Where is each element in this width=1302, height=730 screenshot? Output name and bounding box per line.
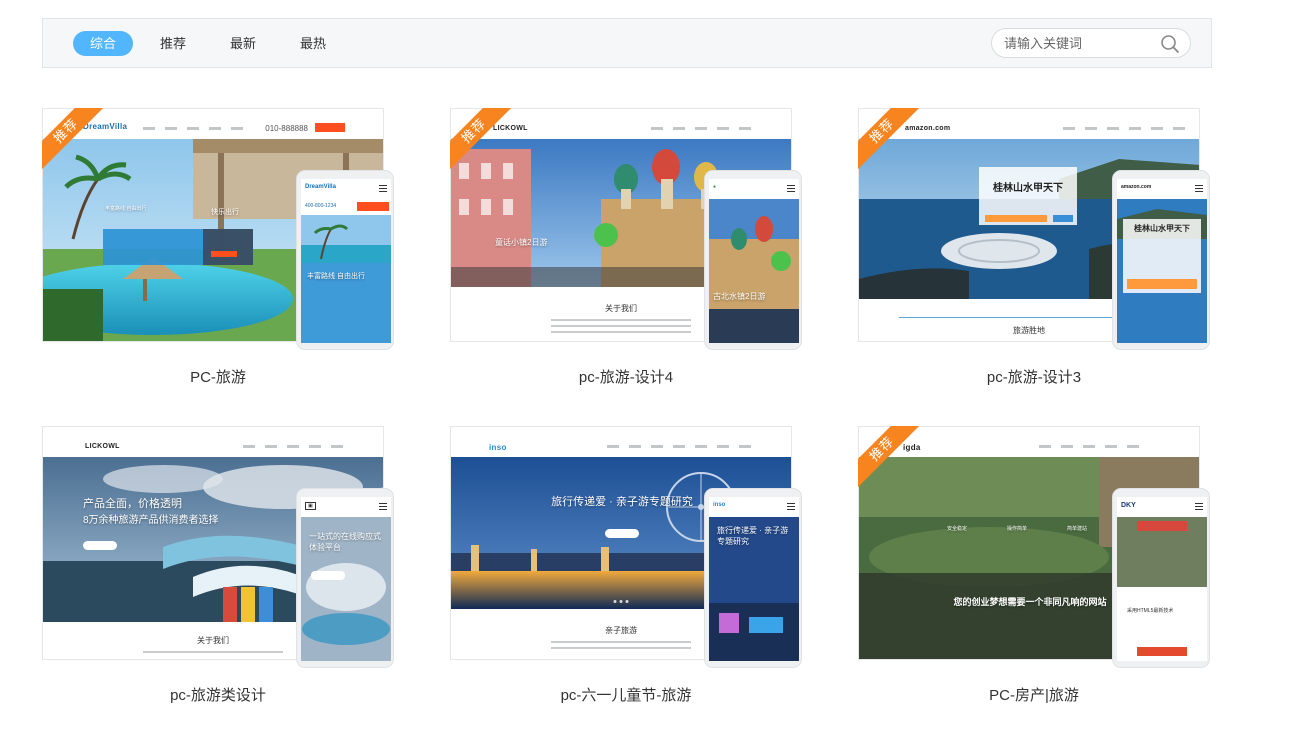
hero-text: 丰富路线 自由出行 [105,206,147,212]
template-card[interactable]: LICKOWL 产品全面，价格透明 8万余种旅游产品供消费者选择 关于我们 ▣ … [42,426,394,726]
mobile-preview: DreamVilla 400-800-1234 丰富路线 自由出行 [296,170,394,350]
recommended-ribbon: 推荐 [858,426,920,488]
feature-1: 安全稳定 [947,526,968,532]
phone-hero-text: 桂林山水甲天下 [1134,224,1190,233]
feature-3: 简单建站 [1067,526,1088,532]
template-card[interactable]: igda 安全稳定 操作简单 简单建站 您的创业梦想需要一个非同凡响的网站 推荐… [858,426,1210,726]
menu-icon [1195,503,1203,510]
tab-comprehensive[interactable]: 综合 [73,31,133,56]
template-card[interactable]: amazon.com 桂林山水甲天下 旅游胜地 推荐 amazon.com 桂林… [858,108,1210,408]
card-title[interactable]: pc-六一儿童节-旅游 [450,684,802,705]
template-card[interactable]: inso 旅行传递爱 · 亲子游专题研究 亲子旅游 inso 旅行传递爱 · 亲… [450,426,802,726]
search-input[interactable] [1004,29,1154,57]
tab-recommended[interactable]: 推荐 [143,31,203,56]
tab-newest[interactable]: 最新 [213,31,273,56]
phone-brand: DreamVilla [305,184,336,190]
hero-text: 桂林山水甲天下 [993,183,1063,194]
phone-brand: DKY [1121,502,1136,509]
card-title[interactable]: pc-旅游-设计4 [450,366,802,387]
phone-hero-text: 丰富路线 自由出行 [307,273,365,280]
menu-icon [1195,185,1203,192]
hero-button: 快乐出行 [211,209,239,216]
card-title[interactable]: pc-旅游类设计 [42,684,394,705]
menu-icon [379,503,387,510]
filter-bar: 综合 推荐 最新 最热 [42,18,1212,68]
contact-number: 010-888888 [265,124,308,133]
filter-tabs: 综合 推荐 最新 最热 [73,31,353,56]
template-card[interactable]: LICKOWL 童话小镇2日游 关于我们 推荐 ● 古北水镇2日游 pc-旅游-… [450,108,802,408]
mobile-preview: DKY 采用HTML5最新技术 [1112,488,1210,668]
phone-brand: inso [713,502,726,508]
template-card[interactable]: DreamVilla 010-888888 丰富路线 自由出行 快乐出行 推荐 … [42,108,394,408]
hero-text: 童话小镇2日游 [495,238,548,247]
phone-brand: ● [713,184,717,190]
mobile-preview: ▣ 一站式的在线购应式体验平台 [296,488,394,668]
phone-hero-text: 旅行传递爱 · 亲子游专题研究 [717,526,789,546]
recommended-ribbon: 推荐 [42,108,104,170]
card-title[interactable]: PC-旅游 [42,366,394,387]
search-icon[interactable] [1160,34,1180,54]
phone-brand: amazon.com [1121,184,1152,190]
recommended-ribbon: 推荐 [858,108,920,170]
mobile-preview: amazon.com 桂林山水甲天下 [1112,170,1210,350]
phone-brand: ▣ [305,502,316,510]
menu-icon [379,185,387,192]
brand-logo: inso [489,443,507,452]
phone-hero-text: 采用HTML5最新技术 [1127,608,1174,614]
mobile-preview: inso 旅行传递爱 · 亲子游专题研究 [704,488,802,668]
feature-2: 操作简单 [1007,526,1028,532]
phone-contact: 400-800-1234 [305,203,337,209]
card-title[interactable]: pc-旅游-设计3 [858,366,1210,387]
tab-hottest[interactable]: 最热 [283,31,343,56]
card-title[interactable]: PC-房产|旅游 [858,684,1210,705]
phone-hero-text: 古北水镇2日游 [713,292,766,301]
menu-icon [787,503,795,510]
brand-logo: LICKOWL [85,443,120,450]
phone-hero-text: 一站式的在线购应式体验平台 [309,532,381,552]
hero-text: 产品全面，价格透明 [83,498,182,510]
search-box [991,28,1191,58]
hero-subtext: 8万余种旅游产品供消费者选择 [83,515,219,526]
recommended-ribbon: 推荐 [450,108,512,170]
mobile-preview: ● 古北水镇2日游 [704,170,802,350]
menu-icon [787,185,795,192]
